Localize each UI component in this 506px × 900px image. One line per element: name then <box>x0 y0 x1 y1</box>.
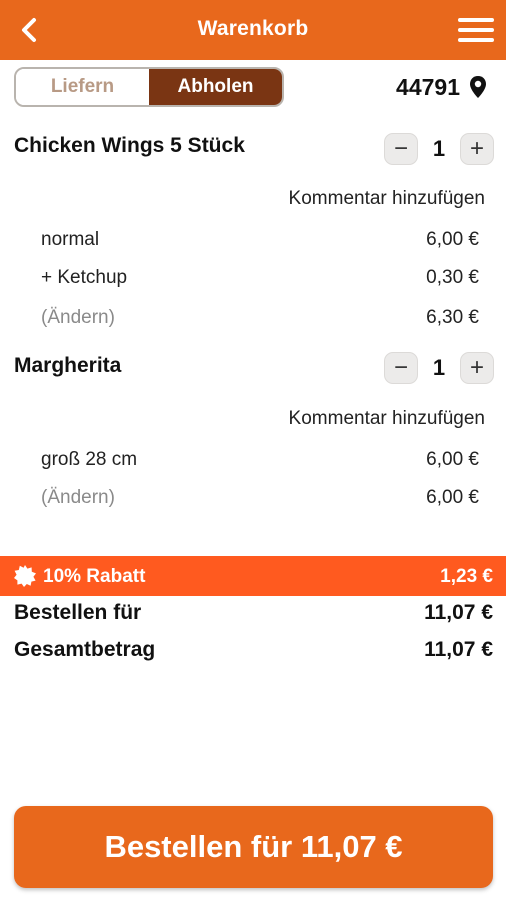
add-comment-link[interactable]: Kommentar hinzufügen <box>289 408 485 430</box>
change-item-link[interactable]: (Ändern) <box>41 487 115 513</box>
cart-item-name: Chicken Wings 5 Stück <box>14 134 245 157</box>
change-item-link[interactable]: (Ändern) <box>41 307 115 333</box>
item-option-row: groß 28 cm 6,00 € <box>41 449 479 475</box>
add-comment-link[interactable]: Kommentar hinzufügen <box>289 188 485 210</box>
grand-total-row: Gesamtbetrag 11,07 € <box>14 638 493 666</box>
grand-total-value: 11,07 € <box>424 638 493 661</box>
location-pin-icon <box>470 76 486 98</box>
page-title: Warenkorb <box>197 17 309 40</box>
increase-quantity-button[interactable]: + <box>460 352 494 384</box>
order-total-value: 11,07 € <box>424 601 493 624</box>
item-option-row: normal 6,00 € <box>41 229 479 255</box>
option-label: groß 28 cm <box>41 449 138 470</box>
quantity-value: 1 <box>432 355 446 380</box>
item-subtotal-row: (Ändern) 6,00 € <box>41 487 479 513</box>
option-label: + Ketchup <box>41 267 128 288</box>
discount-label: 10% Rabatt <box>43 566 146 587</box>
delivery-mode-toggle: Liefern Abholen <box>14 67 284 107</box>
discount-value: 1,23 € <box>440 566 493 587</box>
option-price: 6,00 € <box>426 229 479 250</box>
discount-bar: 10% Rabatt 1,23 € <box>0 556 506 596</box>
option-label: normal <box>41 229 100 250</box>
order-total-label: Bestellen für <box>14 601 142 624</box>
app-bar: Warenkorb <box>0 0 506 60</box>
quantity-stepper: − 1 + <box>384 133 494 165</box>
quantity-value: 1 <box>432 136 446 161</box>
item-subtotal: 6,00 € <box>426 487 479 508</box>
item-option-row: + Ketchup 0,30 € <box>41 267 479 293</box>
option-price: 6,00 € <box>426 449 479 470</box>
grand-total-label: Gesamtbetrag <box>14 638 156 661</box>
cart-item-name: Margherita <box>14 354 122 377</box>
discount-badge-icon <box>14 565 36 587</box>
decrease-quantity-button[interactable]: − <box>384 133 418 165</box>
order-total-row: Bestellen für 11,07 € <box>14 601 493 629</box>
decrease-quantity-button[interactable]: − <box>384 352 418 384</box>
item-subtotal: 6,30 € <box>426 307 479 328</box>
toggle-option-abholen[interactable]: Abholen <box>149 69 282 105</box>
toggle-option-liefern[interactable]: Liefern <box>16 69 149 105</box>
quantity-stepper: − 1 + <box>384 352 494 384</box>
increase-quantity-button[interactable]: + <box>460 133 494 165</box>
item-subtotal-row: (Ändern) 6,30 € <box>41 307 479 333</box>
zip-code: 44791 <box>396 73 460 100</box>
option-price: 0,30 € <box>426 267 479 288</box>
place-order-button[interactable]: Bestellen für 11,07 € <box>14 806 493 888</box>
location-zip[interactable]: 44791 <box>396 72 488 102</box>
hamburger-menu-icon[interactable] <box>456 14 496 46</box>
